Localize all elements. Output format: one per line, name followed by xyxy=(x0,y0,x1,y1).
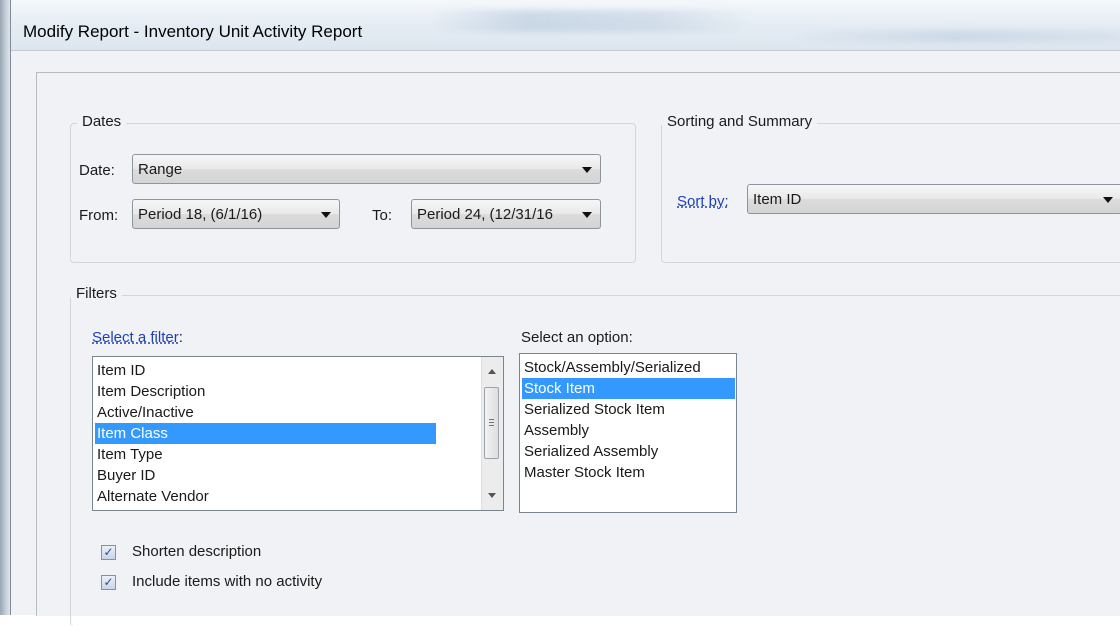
option-item-serialized-stock-item[interactable]: Serialized Stock Item xyxy=(524,399,665,420)
include-no-activity-label[interactable]: Include items with no activity xyxy=(132,573,322,590)
chevron-down-icon xyxy=(582,167,592,173)
select-option-label: Select an option: xyxy=(521,329,633,346)
to-label: To: xyxy=(372,207,393,224)
sorting-summary-group-title: Sorting and Summary xyxy=(662,113,818,130)
select-filter-label: Select a filter: xyxy=(92,329,183,346)
filter-item-buyer-id[interactable]: Buyer ID xyxy=(97,465,155,486)
option-listbox[interactable]: Stock/Assembly/Serialized Stock Item Ser… xyxy=(519,353,737,513)
background-menu-blur xyxy=(431,10,751,32)
scrollbar-thumb[interactable] xyxy=(484,387,499,459)
dates-group-title: Dates xyxy=(77,113,127,130)
select-filter-link[interactable]: Select a filter xyxy=(92,329,179,346)
date-range-dropdown[interactable]: Range xyxy=(132,154,601,184)
date-label: Date: xyxy=(79,162,115,179)
to-period-value: Period 24, (12/31/16 xyxy=(417,206,553,223)
sort-by-label: Sort by: xyxy=(677,193,729,210)
filters-group-title: Filters xyxy=(71,285,122,302)
option-item-stock-item[interactable]: Stock Item xyxy=(522,378,735,399)
scroll-down-arrow-icon[interactable] xyxy=(488,493,496,498)
chevron-down-icon xyxy=(1103,197,1113,203)
filter-listbox[interactable]: Item ID Item Description Active/Inactive… xyxy=(92,356,504,511)
filter-list-scrollbar[interactable] xyxy=(481,357,503,510)
option-item-stock-assembly-serialized[interactable]: Stock/Assembly/Serialized xyxy=(524,357,701,378)
sort-by-dropdown[interactable]: Item ID xyxy=(747,184,1120,214)
to-period-dropdown[interactable]: Period 24, (12/31/16 xyxy=(411,199,601,229)
checkmark-icon: ✓ xyxy=(103,575,114,589)
select-filter-colon: : xyxy=(178,329,183,346)
chevron-down-icon xyxy=(321,212,331,218)
option-item-assembly[interactable]: Assembly xyxy=(524,420,589,441)
filter-item-alternate-vendor[interactable]: Alternate Vendor xyxy=(97,486,209,507)
shorten-description-checkbox[interactable]: ✓ xyxy=(101,545,116,560)
from-period-dropdown[interactable]: Period 18, (6/1/16) xyxy=(132,199,340,229)
option-item-master-stock-item[interactable]: Master Stock Item xyxy=(524,462,645,483)
filter-item-item-class[interactable]: Item Class xyxy=(95,423,436,444)
shorten-description-label[interactable]: Shorten description xyxy=(132,543,261,560)
chevron-down-icon xyxy=(582,212,592,218)
window-title: Modify Report - Inventory Unit Activity … xyxy=(23,22,363,41)
grip-icon xyxy=(489,422,494,423)
dates-group: Dates xyxy=(70,113,636,263)
background-toolbar-blur xyxy=(791,30,1120,42)
option-item-serialized-assembly[interactable]: Serialized Assembly xyxy=(524,441,658,462)
date-range-value: Range xyxy=(138,161,183,178)
grip-icon xyxy=(489,419,494,420)
filter-item-item-type[interactable]: Item Type xyxy=(97,444,163,465)
title-bar[interactable]: Modify Report - Inventory Unit Activity … xyxy=(11,0,1120,51)
from-period-value: Period 18, (6/1/16) xyxy=(138,206,263,223)
filter-item-active-inactive[interactable]: Active/Inactive xyxy=(97,402,194,423)
dialog-content: Dates Date: Range From: Period 18, (6/1/… xyxy=(36,72,1120,626)
sort-by-value: Item ID xyxy=(753,191,802,208)
filter-item-item-description[interactable]: Item Description xyxy=(97,381,205,402)
filter-item-item-id[interactable]: Item ID xyxy=(97,360,145,381)
checkmark-icon: ✓ xyxy=(103,545,114,559)
from-label: From: xyxy=(79,207,119,224)
scroll-up-arrow-icon[interactable] xyxy=(488,369,496,374)
background-window-edge xyxy=(0,0,10,615)
grip-icon xyxy=(489,425,494,426)
modify-report-dialog: Modify Report - Inventory Unit Activity … xyxy=(10,0,1120,626)
include-no-activity-checkbox[interactable]: ✓ xyxy=(101,575,116,590)
sort-by-link[interactable]: Sort by: xyxy=(677,193,729,210)
